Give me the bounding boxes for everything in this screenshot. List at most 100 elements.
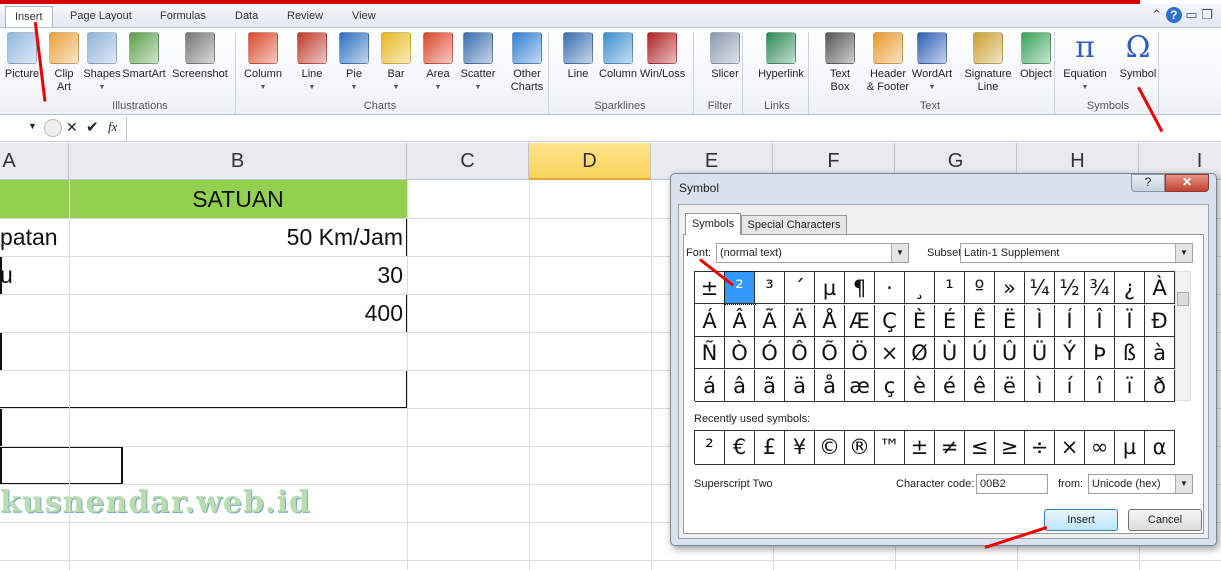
font-select[interactable]: (normal text) ▼: [716, 243, 909, 263]
enter-icon[interactable]: ✔: [86, 118, 99, 136]
symbol-cell[interactable]: »: [995, 272, 1025, 304]
recent-symbol-cell[interactable]: µ: [1115, 431, 1145, 465]
symbol-cell[interactable]: ´: [785, 272, 815, 304]
symbol-cell[interactable]: Â: [725, 304, 755, 337]
ribbon-button-column[interactable]: Column: [596, 32, 640, 81]
symbol-cell[interactable]: ½: [1055, 272, 1085, 304]
symbol-cell[interactable]: Ø: [905, 337, 935, 369]
cell-b1[interactable]: SATUAN: [69, 180, 407, 218]
cell-b2[interactable]: 50 Km/Jam: [69, 218, 403, 256]
column-header-b[interactable]: B: [69, 143, 407, 180]
column-header-a[interactable]: A: [0, 143, 69, 180]
cell-a2[interactable]: patan: [0, 218, 69, 256]
recent-symbol-cell[interactable]: ™: [875, 431, 905, 465]
minimize-ribbon-icon[interactable]: ⌃: [1151, 7, 1162, 22]
minimize-icon[interactable]: ▭: [1185, 7, 1197, 22]
cancel-button[interactable]: Cancel: [1128, 509, 1202, 531]
recent-symbol-cell[interactable]: ²: [695, 431, 725, 465]
symbol-cell[interactable]: Ð: [1145, 304, 1175, 337]
cell-a3[interactable]: u: [0, 256, 69, 294]
symbol-cell[interactable]: ë: [995, 369, 1025, 402]
recent-symbol-cell[interactable]: ≤: [965, 431, 995, 465]
ribbon-button-column[interactable]: Column ▼: [241, 32, 285, 94]
symbol-cell[interactable]: Á: [695, 304, 725, 337]
ribbon-button-bar[interactable]: Bar ▼: [374, 32, 418, 94]
symbol-cell[interactable]: À: [1145, 272, 1175, 304]
symbol-grid-scrollbar[interactable]: [1175, 271, 1191, 401]
cancel-icon[interactable]: ✕: [66, 119, 78, 136]
chevron-down-icon[interactable]: ▼: [1175, 244, 1192, 262]
tab-symbols[interactable]: Symbols: [685, 213, 741, 235]
tab-view[interactable]: View: [352, 10, 376, 22]
ribbon-button-win-loss[interactable]: Win/Loss: [640, 32, 685, 81]
recent-symbol-cell[interactable]: α: [1145, 431, 1175, 465]
symbol-cell[interactable]: Ú: [965, 337, 995, 369]
tab-review[interactable]: Review: [287, 10, 323, 22]
symbol-cell[interactable]: Ò: [725, 337, 755, 369]
symbol-cell[interactable]: Ë: [995, 304, 1025, 337]
symbol-cell[interactable]: ¾: [1085, 272, 1115, 304]
symbol-cell[interactable]: â: [725, 369, 755, 402]
symbol-cell[interactable]: Å: [815, 304, 845, 337]
recent-symbol-cell[interactable]: €: [725, 431, 755, 465]
symbol-cell[interactable]: Ê: [965, 304, 995, 337]
symbol-cell[interactable]: ¹: [935, 272, 965, 304]
column-header-c[interactable]: C: [407, 143, 529, 180]
symbol-cell[interactable]: ç: [875, 369, 905, 402]
symbol-cell[interactable]: ¿: [1115, 272, 1145, 304]
symbol-cell[interactable]: Ç: [875, 304, 905, 337]
restore-icon[interactable]: ❐: [1201, 7, 1213, 22]
symbol-cell[interactable]: Ó: [755, 337, 785, 369]
recent-symbol-cell[interactable]: ×: [1055, 431, 1085, 465]
recent-symbol-cell[interactable]: ≥: [995, 431, 1025, 465]
recent-symbol-cell[interactable]: ±: [905, 431, 935, 465]
help-icon[interactable]: ?: [1165, 7, 1182, 23]
symbol-cell[interactable]: î: [1085, 369, 1115, 402]
active-cell[interactable]: [0, 446, 123, 485]
recent-symbol-cell[interactable]: ≠: [935, 431, 965, 465]
recent-symbol-cell[interactable]: ∞: [1085, 431, 1115, 465]
symbol-cell[interactable]: ê: [965, 369, 995, 402]
symbol-cell[interactable]: É: [935, 304, 965, 337]
formula-divider-handle[interactable]: [44, 119, 62, 137]
ribbon-button-hyperlink[interactable]: Hyperlink: [753, 32, 809, 81]
insert-function-button[interactable]: fx: [108, 119, 117, 135]
ribbon-button-other-charts[interactable]: Other Charts: [499, 32, 555, 94]
tab-special-characters[interactable]: Special Characters: [741, 215, 847, 235]
symbol-cell[interactable]: Ü: [1025, 337, 1055, 369]
symbol-cell[interactable]: Þ: [1085, 337, 1115, 369]
symbol-cell[interactable]: ï: [1115, 369, 1145, 402]
symbol-cell[interactable]: Ì: [1025, 304, 1055, 337]
symbol-cell[interactable]: à: [1145, 337, 1175, 369]
symbol-cell[interactable]: Î: [1085, 304, 1115, 337]
ribbon-button-line[interactable]: Line: [556, 32, 600, 81]
symbol-cell[interactable]: á: [695, 369, 725, 402]
symbol-cell[interactable]: Ñ: [695, 337, 725, 369]
symbol-cell[interactable]: ²: [724, 271, 756, 305]
chevron-down-icon[interactable]: ▼: [891, 244, 908, 262]
symbol-cell[interactable]: ð: [1145, 369, 1175, 402]
tab-formulas[interactable]: Formulas: [160, 10, 206, 22]
tab-page-layout[interactable]: Page Layout: [70, 10, 132, 22]
ribbon-button-text-box[interactable]: Text Box: [818, 32, 862, 94]
subset-select[interactable]: Latin-1 Supplement ▼: [960, 243, 1193, 263]
ribbon-button-screenshot[interactable]: Screenshot: [172, 32, 228, 81]
ribbon-button-slicer[interactable]: Slicer: [703, 32, 747, 81]
symbol-cell[interactable]: Ô: [785, 337, 815, 369]
ribbon-button-symbol[interactable]: Ω Symbol: [1116, 32, 1160, 81]
symbol-cell[interactable]: ã: [755, 369, 785, 402]
symbol-cell[interactable]: È: [905, 304, 935, 337]
symbol-cell[interactable]: ß: [1115, 337, 1145, 369]
symbol-cell[interactable]: ì: [1025, 369, 1055, 402]
symbol-cell[interactable]: Ï: [1115, 304, 1145, 337]
symbol-cell[interactable]: ³: [755, 272, 785, 304]
character-code-input[interactable]: 00B2: [976, 474, 1048, 494]
symbol-cell[interactable]: è: [905, 369, 935, 402]
ribbon-button-shapes[interactable]: Shapes ▼: [80, 32, 124, 94]
symbol-cell[interactable]: å: [815, 369, 845, 402]
ribbon-button-equation[interactable]: π Equation ▼: [1063, 32, 1107, 94]
symbol-cell[interactable]: ä: [785, 369, 815, 402]
symbol-cell[interactable]: ×: [875, 337, 905, 369]
symbol-cell[interactable]: µ: [815, 272, 845, 304]
recent-symbol-cell[interactable]: ¥: [785, 431, 815, 465]
